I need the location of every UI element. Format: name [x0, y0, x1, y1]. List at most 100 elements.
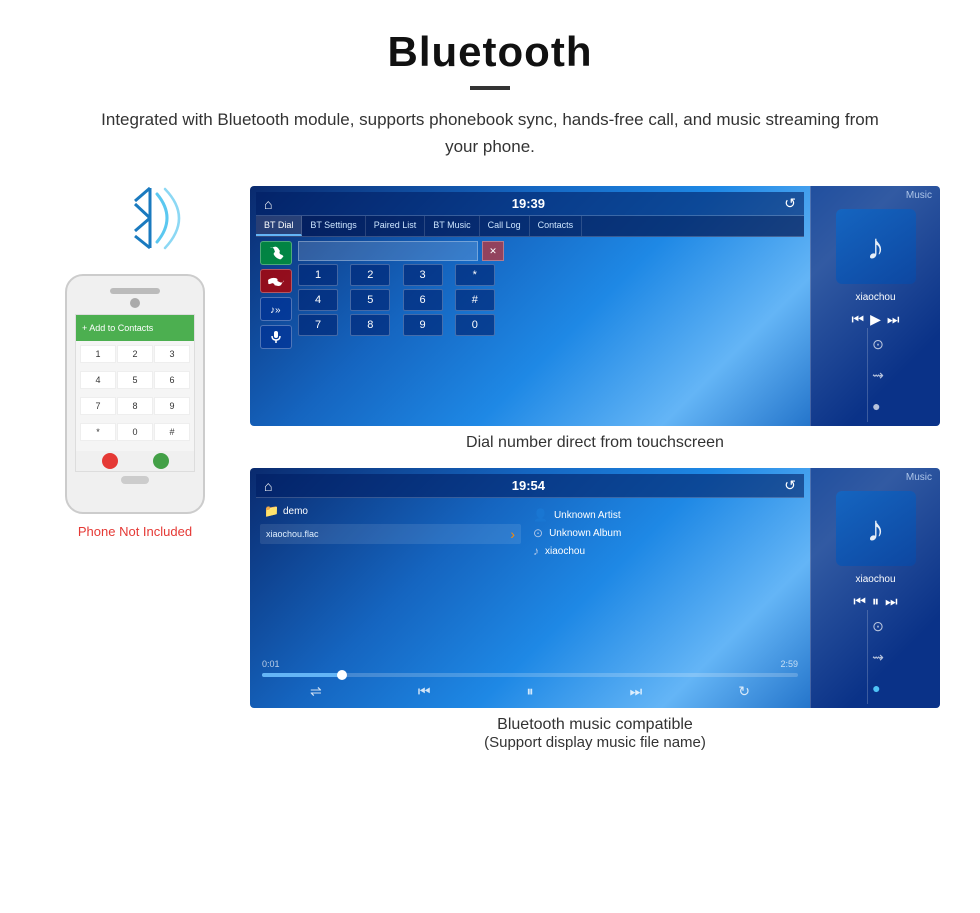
music-note-icon2: ♪	[867, 508, 885, 550]
music-clock-icon: ⊙	[872, 618, 884, 635]
next-track-button[interactable]: ⏭	[887, 311, 900, 328]
dial-track-name: xiaochou	[855, 292, 895, 303]
wifi-icon: ⇝	[872, 367, 884, 384]
dial-key-9[interactable]: 9	[403, 314, 443, 336]
dial-key-4[interactable]: 4	[298, 289, 338, 311]
car-screen-left: ⌂ 19:39 ↺ BT Dial BT Settings Paired Lis…	[250, 186, 810, 426]
phone-end-button[interactable]	[102, 453, 118, 469]
dial-clear-button[interactable]: ✕	[482, 241, 504, 261]
dial-key-3[interactable]: 3	[403, 264, 443, 286]
folder-icon: 📁	[264, 504, 279, 518]
dial-input[interactable]	[298, 241, 478, 261]
music-file-area: 📁 demo xiaochou.flac › 👤 Unknown	[256, 498, 804, 655]
music-file-row[interactable]: xiaochou.flac ›	[260, 524, 521, 544]
dial-key-hash[interactable]: #	[455, 289, 495, 311]
car-music-screen: ⌂ 19:54 ↺ 📁 demo xiaochou.flac	[250, 468, 940, 708]
phone-key-0[interactable]: 0	[117, 423, 153, 441]
tab-bt-music[interactable]: BT Music	[425, 216, 479, 236]
car-back-icon[interactable]: ↺	[784, 195, 796, 212]
dial-buttons-left: ♪»	[260, 241, 292, 416]
clock-icon: ⊙	[872, 336, 884, 353]
mute-button[interactable]: ♪»	[260, 297, 292, 321]
music-bottom-controls: ⇌ ⏮ ⏸ ⏭ ↻	[256, 681, 804, 702]
phone-call-button[interactable]	[153, 453, 169, 469]
phone-key-7[interactable]: 7	[80, 397, 116, 415]
dial-screen-block: ⌂ 19:39 ↺ BT Dial BT Settings Paired Lis…	[250, 186, 940, 751]
phone-key-hash[interactable]: #	[154, 423, 190, 441]
phone-key-8[interactable]: 8	[117, 397, 153, 415]
next-button[interactable]: ⏭	[630, 683, 643, 700]
music-progress-area: 0:01 2:59	[256, 655, 804, 681]
dial-key-6[interactable]: 6	[403, 289, 443, 311]
music-prev-button[interactable]: ⏮	[853, 593, 866, 610]
phone-key-6[interactable]: 6	[154, 371, 190, 389]
play-button[interactable]: ▶	[870, 311, 881, 328]
tab-bt-settings[interactable]: BT Settings	[302, 216, 365, 236]
music-home-icon[interactable]: ⌂	[264, 478, 272, 494]
dial-album-art: ♪	[836, 209, 916, 284]
album-icon: ⊙	[533, 526, 543, 540]
dial-input-row: ✕	[298, 241, 504, 261]
phone-speaker	[110, 288, 160, 294]
music-back-icon[interactable]: ↺	[784, 477, 796, 494]
tab-contacts[interactable]: Contacts	[530, 216, 583, 236]
call-button[interactable]	[260, 241, 292, 265]
phone-key-9[interactable]: 9	[154, 397, 190, 415]
dial-music-label: Music	[906, 190, 936, 201]
shuffle-button[interactable]: ⇌	[310, 683, 322, 700]
music-file-name: xiaochou.flac	[266, 529, 319, 539]
progress-knob[interactable]	[337, 670, 347, 680]
tab-bt-dial[interactable]: BT Dial	[256, 216, 302, 236]
bt-signal-icon	[115, 186, 185, 256]
tab-paired-list[interactable]: Paired List	[366, 216, 426, 236]
phone-key-star[interactable]: *	[80, 423, 116, 441]
tab-call-log[interactable]: Call Log	[480, 216, 530, 236]
phone-screen: + Add to Contacts 1 2 3 4 5 6 7 8 9 * 0	[75, 314, 195, 472]
pause-button[interactable]: ⏸	[527, 683, 534, 700]
page-title: Bluetooth	[60, 28, 920, 76]
right-side-icons: ⊙ ⇝ ●	[867, 328, 884, 422]
page-header: Bluetooth Integrated with Bluetooth modu…	[0, 0, 980, 176]
dial-key-1[interactable]: 1	[298, 264, 338, 286]
music-song-row: ♪ xiaochou	[533, 544, 794, 558]
music-wifi-icon: ⇝	[872, 649, 884, 666]
artist-icon: 👤	[533, 508, 548, 522]
dial-key-7[interactable]: 7	[298, 314, 338, 336]
repeat-button[interactable]: ↻	[738, 683, 750, 700]
dial-key-8[interactable]: 8	[350, 314, 390, 336]
dial-music-controls: ⏮ ▶ ⏭	[852, 311, 900, 328]
prev-button[interactable]: ⏮	[418, 683, 431, 700]
music-controls: ⏮ ⏸ ⏭	[853, 593, 897, 610]
dial-numpad: ✕ 1 2 3 * 4 5 6 # 7	[298, 241, 504, 416]
progress-bar[interactable]	[262, 673, 798, 677]
music-pause-button[interactable]: ⏸	[872, 593, 879, 610]
music-screen-left: ⌂ 19:54 ↺ 📁 demo xiaochou.flac	[250, 468, 810, 708]
dial-screen-caption: Dial number direct from touchscreen	[250, 434, 940, 452]
car-home-icon[interactable]: ⌂	[264, 196, 272, 212]
progress-start: 0:01	[262, 659, 280, 669]
music-blue-dot: ●	[872, 680, 884, 696]
dial-key-star[interactable]: *	[455, 264, 495, 286]
phone-block: + Add to Contacts 1 2 3 4 5 6 7 8 9 * 0	[40, 186, 230, 539]
microphone-button[interactable]	[260, 325, 292, 349]
phone-key-3[interactable]: 3	[154, 345, 190, 363]
dial-key-0[interactable]: 0	[455, 314, 495, 336]
dial-key-5[interactable]: 5	[350, 289, 390, 311]
phone-key-5[interactable]: 5	[117, 371, 153, 389]
phone-key-1[interactable]: 1	[80, 345, 116, 363]
phone-key-2[interactable]: 2	[117, 345, 153, 363]
phone-not-included-label: Phone Not Included	[78, 524, 192, 539]
phone-dialpad: 1 2 3 4 5 6 7 8 9 * 0 #	[76, 341, 194, 451]
prev-track-button[interactable]: ⏮	[852, 311, 865, 328]
music-next-button[interactable]: ⏭	[885, 593, 898, 610]
dial-key-2[interactable]: 2	[350, 264, 390, 286]
phone-key-4[interactable]: 4	[80, 371, 116, 389]
car-time: 19:39	[512, 196, 545, 211]
page-subtitle: Integrated with Bluetooth module, suppor…	[90, 106, 890, 160]
music-artist: Unknown Artist	[554, 510, 621, 521]
music-car-time: 19:54	[512, 478, 545, 493]
phone-camera	[130, 298, 140, 308]
music-file-list: 📁 demo xiaochou.flac ›	[260, 502, 521, 651]
end-call-button[interactable]	[260, 269, 292, 293]
phone-home-button[interactable]	[121, 476, 149, 484]
